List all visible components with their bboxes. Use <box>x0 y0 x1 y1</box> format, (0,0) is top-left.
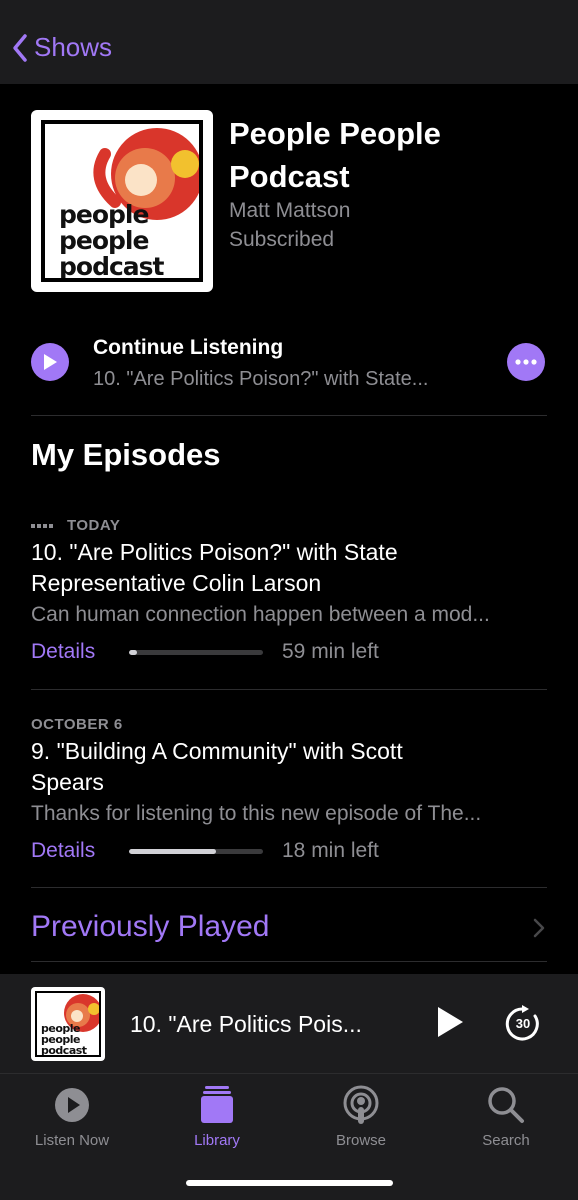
tab-label: Listen Now <box>34 1132 110 1149</box>
episode-date-row: TODAY <box>31 517 120 534</box>
back-label: Shows <box>34 32 113 62</box>
episode-row[interactable]: OCTOBER 6 9. "Building A Community" with… <box>31 690 547 888</box>
show-title: People People Podcast <box>229 116 441 194</box>
section-title: My Episodes <box>31 437 221 472</box>
show-header: people people podcast People People Podc… <box>31 110 551 292</box>
time-remaining: 18 min left <box>282 839 379 862</box>
previously-played-row[interactable]: Previously Played <box>31 890 547 962</box>
subscription-status: Subscribed <box>229 228 335 251</box>
mini-player-artwork: people people podcast <box>31 987 105 1061</box>
library-icon <box>201 1086 233 1123</box>
tab-label: Search <box>482 1132 530 1149</box>
skip-seconds-label: 30 <box>515 1016 531 1031</box>
episode-description: Can human connection happen between a mo… <box>31 603 490 626</box>
artwork-word-2: people <box>59 226 149 255</box>
previously-played-label: Previously Played <box>31 910 270 943</box>
mini-player-title: 10. "Are Politics Pois... <box>130 1011 362 1037</box>
artwork-word-1: people <box>59 200 149 229</box>
episode-title: 10. "Are Politics Poison?" with State Re… <box>31 539 398 596</box>
details-button[interactable]: Details <box>31 640 95 664</box>
tab-label: Library <box>194 1132 240 1149</box>
episode-description: Thanks for listening to this new episode… <box>31 802 482 825</box>
episode-date: TODAY <box>67 517 121 534</box>
tab-browse[interactable]: Browse <box>306 1084 416 1149</box>
more-button[interactable] <box>507 343 545 381</box>
chevron-right-icon <box>533 918 545 938</box>
home-indicator <box>186 1180 393 1186</box>
podcast-icon <box>343 1085 379 1124</box>
more-icon <box>515 359 537 365</box>
progress-bar <box>129 650 263 655</box>
play-icon[interactable] <box>434 1004 466 1040</box>
show-author[interactable]: Matt Mattson <box>229 199 350 223</box>
details-button[interactable]: Details <box>31 839 95 863</box>
skip-forward-button[interactable]: 30 <box>503 1004 543 1044</box>
continue-listening-row[interactable]: Continue Listening 10. "Are Politics Poi… <box>31 330 547 416</box>
play-button[interactable] <box>31 343 69 381</box>
tab-search[interactable]: Search <box>451 1084 561 1149</box>
back-button[interactable]: Shows <box>12 32 112 63</box>
artwork-word-3: podcast <box>59 252 164 281</box>
play-icon <box>44 354 57 370</box>
show-artwork[interactable]: people people podcast <box>31 110 213 292</box>
play-circle-icon <box>55 1088 89 1122</box>
episode-title: 9. "Building A Community" with Scott Spe… <box>31 738 403 795</box>
episode-row[interactable]: TODAY 10. "Are Politics Poison?" with St… <box>31 505 547 690</box>
chevron-left-icon <box>13 33 27 62</box>
search-icon <box>488 1087 524 1123</box>
tab-label: Browse <box>335 1132 387 1149</box>
navigation-bar: Shows <box>0 0 578 84</box>
unplayed-dots-icon <box>31 523 53 528</box>
progress-fill <box>129 650 138 655</box>
continue-title: Continue Listening <box>93 336 284 359</box>
progress-bar <box>129 849 263 854</box>
mini-artwork-frame: people people podcast <box>35 991 101 1057</box>
mini-player[interactable]: people people podcast 10. "Are Politics … <box>0 974 578 1074</box>
continue-subtitle: 10. "Are Politics Poison?" with State... <box>93 368 429 390</box>
progress-fill <box>129 849 217 854</box>
time-remaining: 59 min left <box>282 640 379 663</box>
artwork-frame: people people podcast <box>41 120 203 282</box>
episode-date: OCTOBER 6 <box>31 716 123 733</box>
tab-listen-now[interactable]: Listen Now <box>17 1084 127 1149</box>
mini-artwork-word-3: podcast <box>41 1044 87 1057</box>
tab-library[interactable]: Library <box>162 1084 272 1149</box>
